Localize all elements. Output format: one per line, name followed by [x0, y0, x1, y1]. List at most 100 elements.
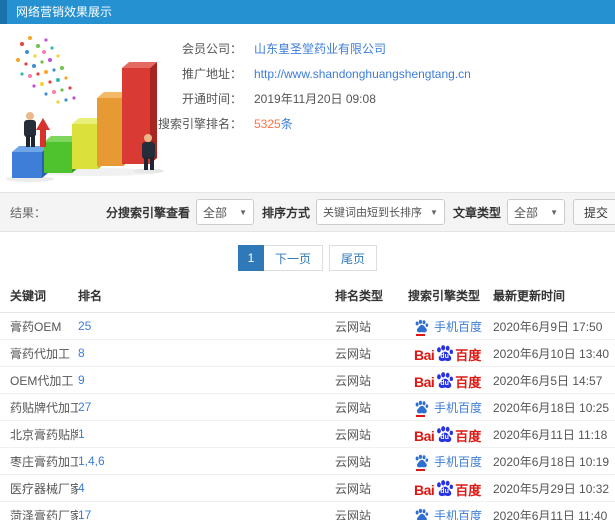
table-row: 医疗器械厂家 4 云网站 Bai du 百度 2020年5月29日 10:32	[0, 474, 615, 502]
member-info-section: 会员公司： 山东皇圣堂药业有限公司 推广地址： http://www.shandong…	[0, 24, 615, 192]
column-header: 排名	[78, 279, 335, 313]
page-title: 网络营销效果展示	[16, 5, 113, 19]
table-row: 膏药OEM 25 云网站 手机百度 2020年6月9日 17:50	[0, 312, 615, 340]
column-header: 搜索引擎类型	[408, 279, 493, 313]
pagination: 1 下一页 尾页	[0, 245, 615, 271]
keyword-cell: 膏药OEM	[0, 312, 78, 340]
info-list: 会员公司： 山东皇圣堂药业有限公司 推广地址： http://www.shandong…	[152, 24, 615, 192]
article-type-selected: 全部	[513, 205, 538, 220]
page-button-current[interactable]: 1	[237, 245, 264, 271]
updated-cell: 2020年6月18日 10:25	[493, 393, 615, 421]
updated-cell: 2020年6月18日 10:19	[493, 447, 615, 475]
rank-cell: 17	[78, 501, 335, 520]
info-value: 2019年11月20日 09:08	[254, 92, 376, 106]
rank-link[interactable]: 9	[78, 373, 85, 387]
keyword-cell: 药贴牌代加工	[0, 393, 78, 421]
baidu-wordmark-du: du	[440, 353, 449, 360]
rank-type-cell: 云网站	[335, 474, 408, 502]
page-title-bar: 网络营销效果展示	[0, 0, 615, 24]
baidu-paw-icon	[414, 400, 429, 417]
table-row: 菏泽膏药厂家 17 云网站 手机百度 2020年6月11日 11:40	[0, 501, 615, 520]
rank-cell: 8	[78, 339, 335, 367]
bar-chart-illustration	[0, 24, 175, 192]
sort-selected: 关键词由短到长排序	[323, 207, 423, 219]
keyword-cell: 北京膏药贴牌	[0, 420, 78, 448]
mobile-baidu-label: 手机百度	[434, 400, 483, 415]
rank-type-cell: 云网站	[335, 366, 408, 394]
rank-link[interactable]: 27	[78, 400, 91, 414]
keyword-cell: 医疗器械厂家	[0, 474, 78, 502]
rank-link[interactable]: 25	[78, 319, 91, 333]
article-type-label: 文章类型	[452, 205, 501, 220]
info-row: 推广地址： http://www.shandonghuangshengtang.c…	[152, 61, 615, 86]
filter-controls: 分搜索引擎查看 全部 ▼ 排序方式 关键词由短到长排序 ▼ 文章类型 全部 ▼ …	[98, 199, 615, 225]
updated-cell: 2020年6月11日 11:18	[493, 420, 615, 448]
rank-type-cell: 云网站	[335, 501, 408, 520]
table-header-row: 关键词 排名 排名类型 搜索引擎类型 最新更新时间	[0, 279, 615, 313]
mobile-baidu-logo: 手机百度	[408, 318, 493, 336]
info-label: 推广地址：	[181, 67, 242, 81]
mobile-baidu-label: 手机百度	[434, 508, 483, 520]
rank-cell: 27	[78, 393, 335, 421]
baidu-paw-icon: du	[435, 425, 454, 443]
results-table: 关键词 排名 排名类型 搜索引擎类型 最新更新时间 膏药OEM 25 云网站 手机百度 2020…	[0, 279, 615, 520]
baidu-wordmark-bai: Bai	[414, 347, 435, 363]
table-row: 枣庄膏药加工 1,4,6 云网站 手机百度 2020年6月18日 10:19	[0, 447, 615, 475]
info-value[interactable]: 山东皇圣堂药业有限公司	[254, 40, 386, 57]
info-row: 开通时间： 2019年11月20日 09:08	[152, 86, 615, 111]
engine-cell: 手机百度	[408, 501, 493, 520]
rank-cell: 1,4,6	[78, 447, 335, 475]
keyword-cell: OEM代加工	[0, 366, 78, 394]
info-label: 搜索引擎排名：	[157, 117, 242, 131]
baidu-wordmark-bai: Bai	[414, 428, 435, 444]
sort-select[interactable]: 关键词由短到长排序 ▼	[316, 199, 445, 225]
baidu-paw-icon: du	[435, 371, 454, 389]
rank-link[interactable]: 1	[78, 427, 85, 441]
mobile-baidu-logo: 手机百度	[408, 453, 493, 471]
info-value[interactable]: http://www.shandonghuangshengtang.cn	[254, 67, 471, 81]
rank-type-cell: 云网站	[335, 420, 408, 448]
rank-link[interactable]: 17	[78, 508, 91, 520]
baidu-logo: Bai du 百度	[408, 344, 493, 362]
baidu-wordmark-du: du	[440, 488, 449, 495]
updated-cell: 2020年5月29日 10:32	[493, 474, 615, 502]
rank-cell: 25	[78, 312, 335, 340]
column-header: 排名类型	[335, 279, 408, 313]
businessman-left	[24, 112, 36, 147]
rank-link[interactable]: 4	[78, 481, 85, 495]
submit-button[interactable]: 提交	[572, 199, 615, 225]
column-header: 关键词	[0, 279, 78, 313]
keyword-cell: 膏药代加工	[0, 339, 78, 367]
baidu-logo: Bai du 百度	[408, 371, 493, 389]
next-page-button[interactable]: 下一页	[263, 245, 323, 271]
baidu-wordmark-du: du	[440, 380, 449, 387]
baidu-wordmark-cn: 百度	[455, 348, 482, 363]
result-label: 结果：	[10, 205, 47, 220]
table-row: OEM代加工 9 云网站 Bai du 百度 2020年6月5日 14:57	[0, 366, 615, 394]
engine-cell: Bai du 百度	[408, 420, 493, 448]
rank-link[interactable]: 1,4,6	[78, 454, 105, 468]
article-type-select[interactable]: 全部 ▼	[506, 199, 565, 225]
engine-cell: Bai du 百度	[408, 339, 493, 367]
mobile-baidu-label: 手机百度	[434, 319, 483, 334]
updated-cell: 2020年6月11日 11:40	[493, 501, 615, 520]
baidu-logo: Bai du 百度	[408, 425, 493, 443]
info-label: 开通时间：	[181, 92, 242, 106]
rank-link[interactable]: 8	[78, 346, 85, 360]
mobile-baidu-label: 手机百度	[434, 454, 483, 469]
table-row: 北京膏药贴牌 1 云网站 Bai du 百度 2020年6月11日 11:18	[0, 420, 615, 448]
baidu-paw-icon: du	[435, 344, 454, 362]
engine-view-selected: 全部	[203, 205, 228, 220]
rank-cell: 9	[78, 366, 335, 394]
rank-cell: 4	[78, 474, 335, 502]
engine-view-select[interactable]: 全部 ▼	[196, 199, 255, 225]
rank-type-cell: 云网站	[335, 393, 408, 421]
info-row: 搜索引擎排名： 5325条	[152, 111, 615, 136]
baidu-wordmark-cn: 百度	[455, 483, 482, 498]
last-page-button[interactable]: 尾页	[329, 245, 378, 271]
keyword-cell: 菏泽膏药厂家	[0, 501, 78, 520]
baidu-wordmark-cn: 百度	[455, 375, 482, 390]
engine-view-label: 分搜索引擎查看	[106, 205, 191, 220]
baidu-logo: Bai du 百度	[408, 479, 493, 497]
sort-label: 排序方式	[262, 205, 311, 220]
